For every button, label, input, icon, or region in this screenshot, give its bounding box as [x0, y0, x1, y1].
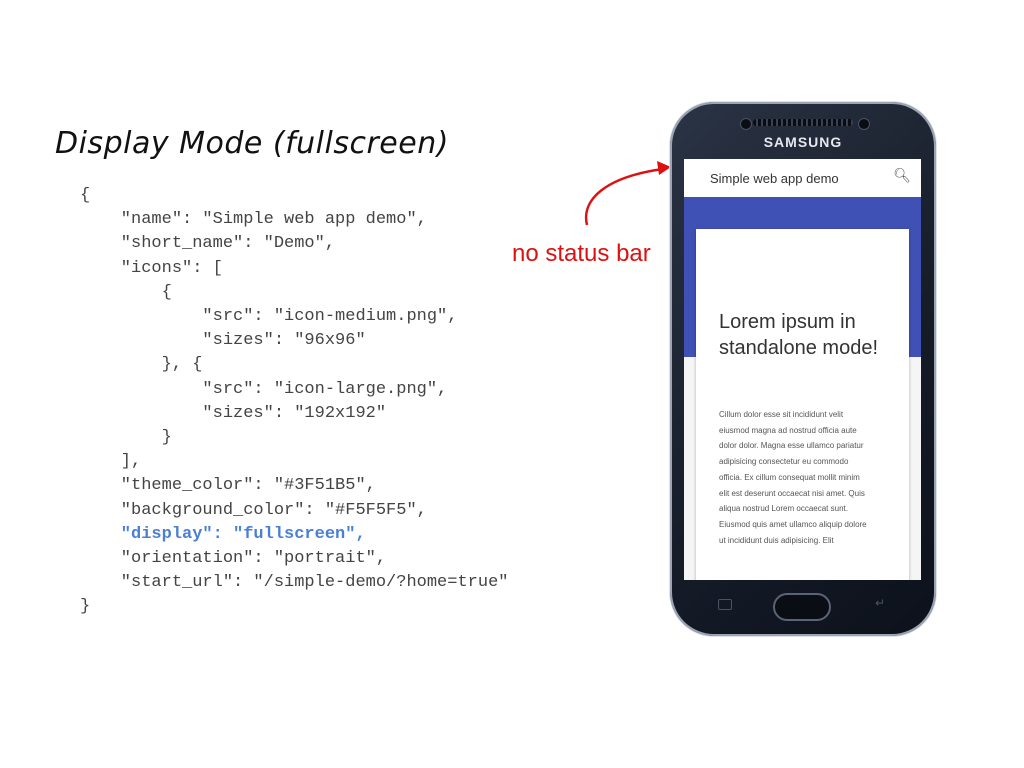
- card-heading: Lorem ipsum in standalone mode!: [719, 311, 879, 359]
- app-bar: Simple web app demo 🔍︎: [684, 159, 921, 198]
- code-line: ],: [80, 452, 142, 472]
- slide-title: Display Mode (fullscreen): [55, 126, 449, 161]
- manifest-code-block: { "name": "Simple web app demo", "short_…: [80, 184, 508, 620]
- code-line: "name": "Simple web app demo",: [80, 210, 427, 230]
- phone-brand: SAMSUNG: [763, 134, 843, 150]
- code-line: "src": "icon-medium.png",: [80, 307, 458, 327]
- card-body: Cillum dolor esse sit incididunt velit e…: [719, 410, 867, 545]
- phone-mockup: SAMSUNG Simple web app demo 🔍︎ Lorem ips…: [670, 102, 936, 636]
- back-icon[interactable]: ↵: [875, 596, 885, 610]
- code-line: }: [80, 597, 91, 617]
- code-line-highlighted: "display": "fullscreen",: [80, 524, 366, 544]
- annotation-label: no status bar: [512, 240, 651, 267]
- search-icon[interactable]: 🔍︎: [893, 168, 911, 184]
- code-line: "src": "icon-large.png",: [80, 379, 448, 399]
- code-line: }: [80, 428, 172, 448]
- code-line: "orientation": "portrait",: [80, 549, 387, 569]
- phone-screen: Simple web app demo 🔍︎ Lorem ipsum in st…: [684, 159, 921, 580]
- camera-icon: [858, 118, 870, 130]
- code-line: "icons": [: [80, 258, 223, 278]
- code-line: {: [80, 186, 91, 205]
- sensor-icon: [740, 118, 752, 130]
- code-line: "start_url": "/simple-demo/?home=true": [80, 573, 509, 593]
- code-line: "sizes": "96x96": [80, 331, 366, 351]
- app-title: Simple web app demo: [710, 171, 839, 186]
- speaker-grille: [753, 119, 853, 126]
- code-line: "short_name": "Demo",: [80, 234, 336, 254]
- home-button[interactable]: [773, 593, 831, 621]
- code-line: }, {: [80, 355, 203, 375]
- annotation-arrow: [584, 161, 671, 226]
- recent-apps-icon[interactable]: [718, 599, 732, 610]
- code-line: "sizes": "192x192": [80, 403, 387, 423]
- code-line: {: [80, 282, 172, 302]
- code-line: "theme_color": "#3F51B5",: [80, 476, 376, 496]
- code-line: "background_color": "#F5F5F5",: [80, 500, 427, 520]
